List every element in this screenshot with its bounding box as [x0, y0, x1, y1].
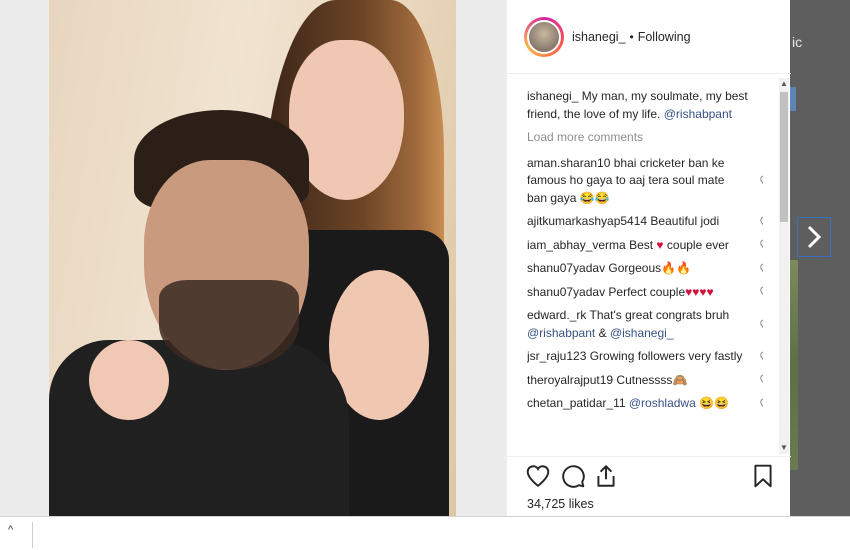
avatar[interactable] [524, 16, 564, 57]
comment-item: chetan_patidar_11 @roshladwa 😆😆 [527, 395, 763, 413]
scroll-thumb[interactable] [780, 92, 788, 222]
comment-username[interactable]: shanu07yadav [527, 285, 605, 299]
like-comment-heart-icon[interactable] [759, 318, 763, 332]
comment-username[interactable]: chetan_patidar_11 [527, 396, 626, 410]
like-comment-heart-icon[interactable] [759, 397, 763, 411]
comment-username[interactable]: iam_abhay_verma [527, 238, 626, 252]
comments-list: ishanegi_ My man, my soulmate, my best f… [527, 88, 763, 454]
emoji: ♥ [656, 237, 664, 252]
comment-username[interactable]: ishanegi_ [527, 89, 578, 103]
comment-item: jsr_raju123 Growing followers very fastl… [527, 348, 763, 366]
comment-username[interactable]: aman.sharan10 [527, 156, 610, 170]
comment-username[interactable]: shanu07yadav [527, 261, 605, 275]
comment-username[interactable]: edward._rk [527, 308, 586, 322]
comment-text: Cutnessss [616, 372, 673, 387]
bottom-status-bar [0, 516, 850, 550]
comment-text: That's great congrats bruh [589, 308, 730, 322]
mention-link[interactable]: @rishabpant [664, 107, 732, 121]
likes-count[interactable]: 34,725 likes [527, 497, 594, 511]
comment-item: iam_abhay_verma Best ♥ couple ever [527, 237, 763, 255]
background-page [790, 0, 850, 516]
like-comment-heart-icon[interactable] [759, 215, 763, 229]
like-comment-heart-icon[interactable] [759, 373, 763, 387]
heart-icon[interactable] [525, 463, 551, 489]
photo-region [159, 280, 299, 370]
post-header: ishanegi_ • Following [507, 0, 791, 74]
like-comment-heart-icon[interactable] [759, 285, 763, 299]
comment-username[interactable]: theroyalrajput19 [527, 373, 613, 387]
scroll-down-arrow-icon[interactable]: ▼ [779, 442, 789, 454]
emoji: 🙈 [672, 372, 688, 387]
caret-up-icon[interactable]: ^ [8, 524, 13, 536]
comment-item: theroyalrajput19 Cutnessss🙈 [527, 372, 763, 390]
background-image [790, 260, 798, 470]
mention-link[interactable]: @ishanegi_ [610, 326, 674, 340]
comment-item: ajitkumarkashyap5414 Beautiful jodi [527, 213, 763, 231]
post-actions [507, 456, 791, 496]
comment-username[interactable]: jsr_raju123 [527, 349, 586, 363]
header-separator: • [629, 29, 634, 44]
mention-link[interactable]: @rishabpant [527, 326, 595, 340]
comment-text: couple ever [666, 237, 729, 252]
emoji: 🔥🔥 [661, 261, 692, 275]
header-username[interactable]: ishanegi_ [572, 30, 626, 44]
comment-text: Perfect couple [608, 284, 686, 299]
following-button[interactable]: Following [638, 30, 691, 44]
mention-link[interactable]: @roshladwa [629, 396, 696, 410]
comment-item: shanu07yadav Perfect couple♥♥♥♥ [527, 284, 763, 302]
comment-icon[interactable] [560, 463, 586, 489]
like-comment-heart-icon[interactable] [759, 238, 763, 252]
comment-item: shanu07yadav Gorgeous🔥🔥 [527, 260, 763, 278]
caption: ishanegi_ My man, my soulmate, my best f… [527, 88, 763, 123]
comment-text: Gorgeous [608, 261, 662, 275]
post-side-panel: ishanegi_ • Following ishanegi_ My man, … [506, 0, 791, 516]
comment-username[interactable]: ajitkumarkashyap5414 [527, 214, 647, 228]
share-icon[interactable] [593, 463, 619, 489]
comment-text: Best [629, 237, 654, 252]
next-post-button[interactable] [797, 217, 831, 257]
like-comment-heart-icon[interactable] [759, 350, 763, 364]
emoji: 😆😆 [699, 396, 729, 410]
emoji: ♥♥♥♥ [685, 284, 714, 299]
divider [32, 522, 33, 548]
like-comment-heart-icon[interactable] [759, 262, 763, 276]
comments-scrollbar[interactable]: ▲ ▼ [779, 78, 789, 454]
comment-text: & [598, 325, 607, 340]
photo-region [89, 340, 169, 420]
comment-item: aman.sharan10 bhai cricketer ban ke famo… [527, 155, 763, 208]
bookmark-icon[interactable] [750, 463, 776, 489]
comment-text: Beautiful jodi [650, 214, 720, 228]
like-comment-heart-icon[interactable] [759, 174, 763, 188]
background-text: ic [792, 34, 803, 50]
load-more-comments-button[interactable]: Load more comments [527, 129, 763, 147]
comment-item: edward._rk That's great congrats bruh @r… [527, 307, 763, 342]
chevron-right-icon [807, 225, 822, 249]
post-photo[interactable] [49, 0, 456, 516]
comment-text: Growing followers very fastly [589, 349, 743, 363]
emoji: 😂😂 [579, 190, 610, 205]
avatar-image [527, 19, 561, 54]
scroll-up-arrow-icon[interactable]: ▲ [779, 78, 789, 90]
